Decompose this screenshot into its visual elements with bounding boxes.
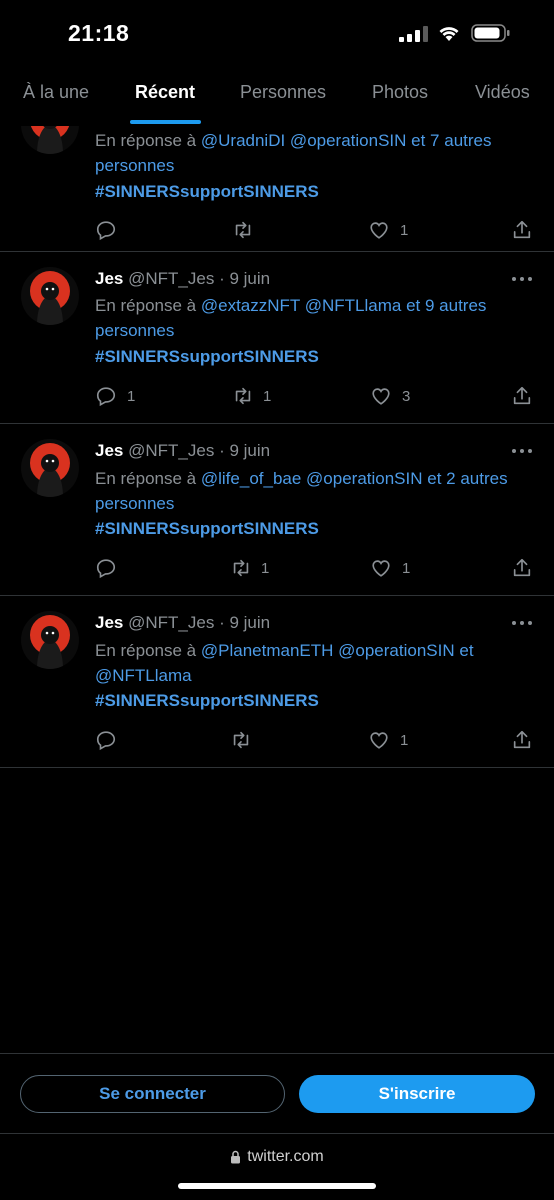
login-button[interactable]: Se connecter (20, 1075, 285, 1113)
tweet-item[interactable]: En réponse à @UradniDI @operationSIN et … (0, 126, 554, 252)
reply-prefix: En réponse à (95, 641, 197, 660)
reply-icon (96, 221, 116, 241)
author-name[interactable]: Jes (95, 441, 123, 460)
retweet-icon (235, 387, 251, 405)
tweet-date[interactable]: · 9 juin (219, 269, 270, 288)
tab-recent[interactable]: Récent (135, 82, 195, 103)
signal-icon (399, 26, 428, 42)
tweet-header: Jes @NFT_Jes · 9 juin (95, 269, 270, 289)
tweet-header: Jes @NFT_Jes · 9 juin (95, 613, 270, 633)
status-time: 21:18 (68, 20, 130, 46)
avatar[interactable] (21, 439, 79, 497)
reply-prefix: En réponse à (95, 131, 197, 150)
reply-context: En réponse à @extazzNFT @NFTLlama et 9 a… (95, 293, 525, 343)
active-tab-indicator (130, 120, 201, 124)
reply-icon (96, 559, 116, 579)
reply-icon (96, 731, 116, 751)
like-icon (370, 222, 388, 239)
tweet-date[interactable]: · 9 juin (219, 613, 270, 632)
reply-mentions[interactable]: @UradniDI @operationSIN (201, 131, 407, 150)
tweet-actions: 1 (95, 219, 535, 243)
address-bar[interactable]: twitter.com (0, 1148, 554, 1170)
lock-icon (231, 1150, 241, 1164)
tab-videos[interactable]: Vidéos (475, 82, 530, 103)
tweet-actions: 1 1 3 (95, 385, 535, 409)
tweet-item[interactable]: Jes @NFT_Jes · 9 juin En réponse à @exta… (0, 251, 554, 424)
retweet-icon (233, 731, 249, 749)
search-tabs: À la une Récent Personnes Photos Vidéos (0, 64, 554, 126)
reply-mentions[interactable]: @life_of_bae @operationSIN (201, 469, 423, 488)
share-icon (513, 220, 531, 239)
wifi-icon (439, 27, 459, 41)
tweet-hashtag[interactable]: #SINNERSsupportSINNERS (95, 519, 319, 539)
author-handle[interactable]: @NFT_Jes (128, 441, 214, 460)
avatar[interactable] (21, 611, 79, 669)
divider (0, 1133, 554, 1134)
tab-photos[interactable]: Photos (372, 82, 428, 103)
tweet-date[interactable]: · 9 juin (219, 441, 270, 460)
author-handle[interactable]: @NFT_Jes (128, 269, 214, 288)
tweet-actions: 1 1 (95, 557, 535, 581)
reply-prefix: En réponse à (95, 296, 197, 315)
tweet-item[interactable]: Jes @NFT_Jes · 9 juin En réponse à @life… (0, 424, 554, 596)
avatar[interactable] (21, 267, 79, 325)
url-text: twitter.com (247, 1148, 324, 1165)
divider (0, 1053, 554, 1054)
signup-button[interactable]: S'inscrire (299, 1075, 535, 1113)
tweet-feed[interactable]: En réponse à @UradniDI @operationSIN et … (0, 126, 554, 771)
retweet-icon (235, 221, 251, 239)
like-icon (372, 560, 390, 577)
more-icon[interactable] (510, 447, 534, 455)
tweet-hashtag[interactable]: #SINNERSsupportSINNERS (95, 691, 319, 711)
reply-mention-extra[interactable]: @NFTLlama (95, 666, 192, 685)
author-name[interactable]: Jes (95, 613, 123, 632)
share-icon (513, 730, 531, 749)
share-icon (513, 558, 531, 577)
reply-others[interactable]: et (459, 641, 473, 660)
avatar[interactable] (21, 126, 79, 154)
tab-top[interactable]: À la une (23, 82, 89, 103)
reply-context: En réponse à @UradniDI @operationSIN et … (95, 128, 525, 178)
author-name[interactable]: Jes (95, 269, 123, 288)
reply-context: En réponse à @life_of_bae @operationSIN … (95, 466, 525, 516)
reply-context: En réponse à @PlanetmanETH @operationSIN… (95, 638, 525, 688)
status-bar: 21:18 (0, 0, 554, 64)
tweet-item[interactable]: Jes @NFT_Jes · 9 juin En réponse à @Plan… (0, 596, 554, 768)
retweet-icon (233, 559, 249, 577)
reply-mentions[interactable]: @PlanetmanETH @operationSIN (201, 641, 455, 660)
tweet-hashtag[interactable]: #SINNERSsupportSINNERS (95, 182, 319, 202)
like-icon (372, 388, 390, 405)
tab-people[interactable]: Personnes (240, 82, 326, 103)
tweet-header: Jes @NFT_Jes · 9 juin (95, 441, 270, 461)
reply-icon (96, 387, 116, 407)
more-icon[interactable] (510, 275, 534, 283)
tweet-actions: 1 (95, 729, 535, 753)
reply-mentions[interactable]: @extazzNFT @NFTLlama (201, 296, 401, 315)
share-icon (513, 386, 531, 405)
home-indicator[interactable] (178, 1183, 376, 1189)
reply-prefix: En réponse à (95, 469, 197, 488)
like-icon (370, 732, 388, 749)
author-handle[interactable]: @NFT_Jes (128, 613, 214, 632)
tweet-hashtag[interactable]: #SINNERSsupportSINNERS (95, 347, 319, 367)
battery-icon (471, 24, 510, 42)
more-icon[interactable] (510, 619, 534, 627)
